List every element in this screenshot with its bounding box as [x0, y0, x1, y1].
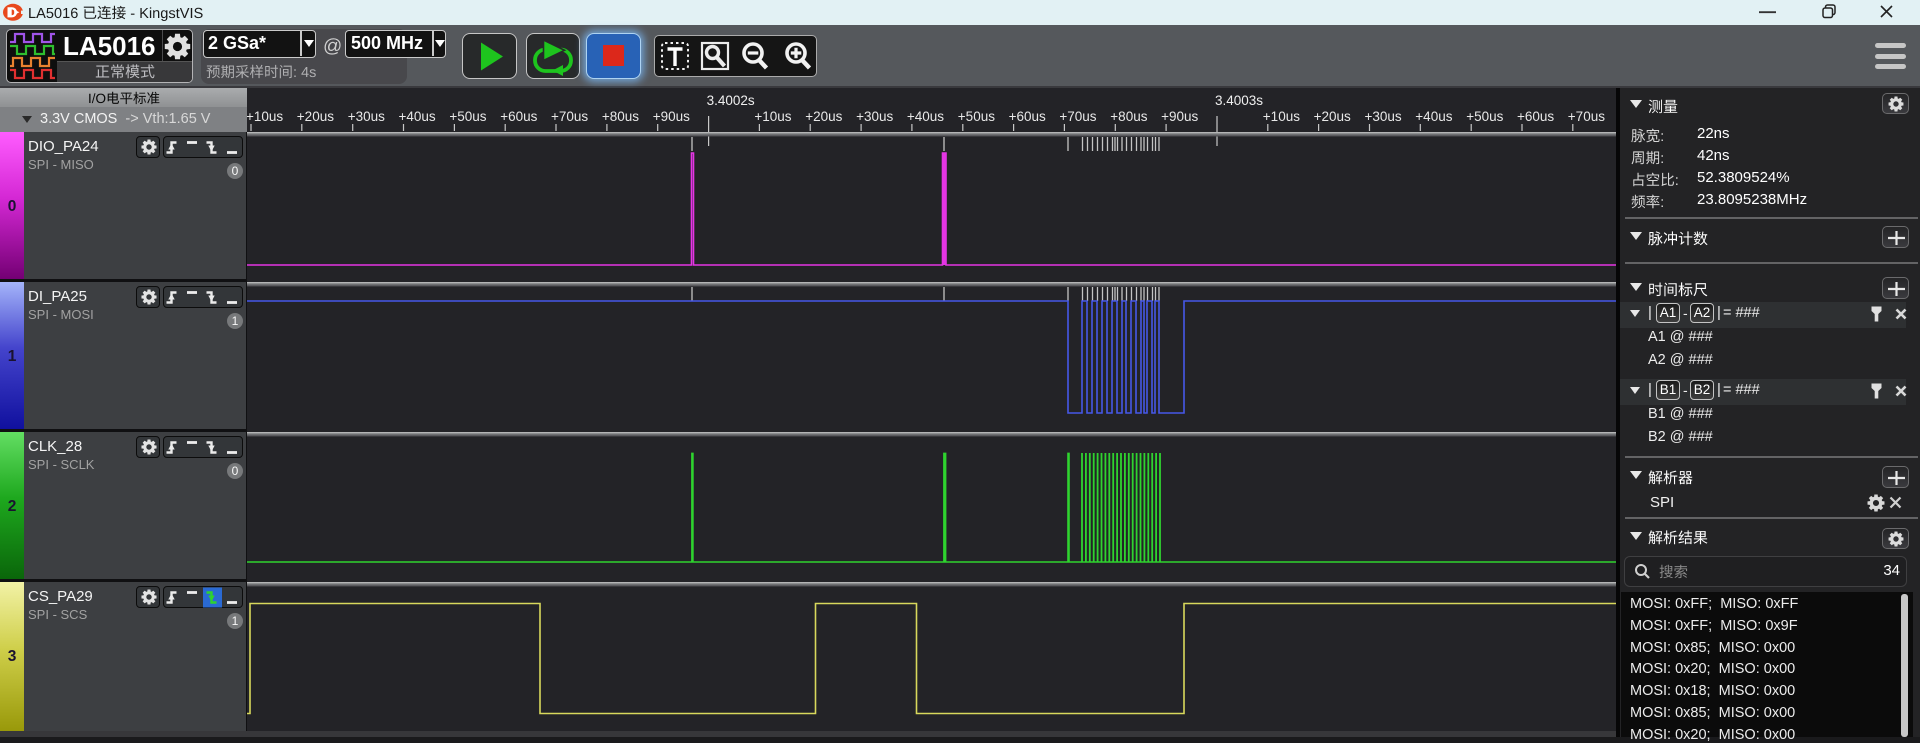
svg-text:+70us: +70us — [1568, 109, 1605, 124]
svg-text:+60us: +60us — [1009, 109, 1046, 124]
svg-text:+30us: +30us — [856, 109, 893, 124]
svg-text:+50us: +50us — [1466, 109, 1503, 124]
svg-text:+30us: +30us — [348, 109, 385, 124]
svg-text:+10us: +10us — [1263, 109, 1300, 124]
svg-text:+50us: +50us — [958, 109, 995, 124]
svg-text:+30us: +30us — [1365, 109, 1402, 124]
svg-text:+20us: +20us — [1314, 109, 1351, 124]
svg-text:3.4003s: 3.4003s — [1215, 93, 1263, 108]
svg-text:+40us: +40us — [1415, 109, 1452, 124]
svg-text:+10us: +10us — [754, 109, 791, 124]
svg-text:+90us: +90us — [1161, 109, 1198, 124]
svg-text:+20us: +20us — [297, 109, 334, 124]
svg-text:+60us: +60us — [500, 109, 537, 124]
svg-text:+70us: +70us — [551, 109, 588, 124]
svg-text:+10us: +10us — [247, 109, 283, 124]
svg-text:+40us: +40us — [907, 109, 944, 124]
svg-text:3.4002s: 3.4002s — [707, 93, 755, 108]
svg-text:+90us: +90us — [653, 109, 690, 124]
svg-text:+80us: +80us — [602, 109, 639, 124]
svg-text:+70us: +70us — [1059, 109, 1096, 124]
svg-text:+50us: +50us — [449, 109, 486, 124]
svg-text:+80us: +80us — [1110, 109, 1147, 124]
svg-text:+40us: +40us — [399, 109, 436, 124]
svg-text:+60us: +60us — [1517, 109, 1554, 124]
svg-text:+20us: +20us — [805, 109, 842, 124]
